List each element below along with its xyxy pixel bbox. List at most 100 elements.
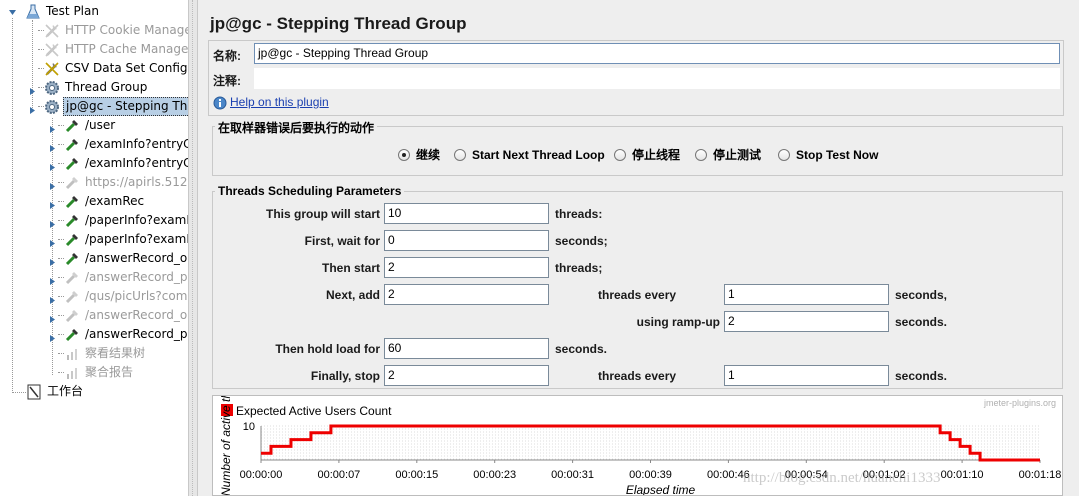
start-threads-input[interactable]: 10 — [384, 203, 549, 224]
tree-item-label: Thread Group — [65, 80, 148, 94]
name-comments-section: 名称: jp@gc - Stepping Thread Group 注释: He… — [208, 40, 1064, 116]
stop-interval-input[interactable]: 1 — [724, 365, 889, 386]
threads-unit-label: threads: — [555, 207, 603, 221]
radio-button-icon — [614, 149, 626, 161]
x-tick-label: 00:00:39 — [629, 469, 672, 481]
radio-button-icon — [778, 149, 790, 161]
tree-item[interactable]: /user — [0, 116, 188, 135]
tree-item-label: 察看结果树 — [85, 346, 146, 360]
ramp-up-input[interactable]: 2 — [724, 311, 889, 332]
y-tick-label: 10 — [243, 421, 255, 433]
blog-watermark: http://blog.csdn.net/huanchi1333 — [743, 470, 940, 486]
expand-toggle-icon[interactable] — [48, 216, 57, 228]
tree-item[interactable]: /examInfo?entryCode — [0, 154, 188, 173]
tree-item-label: /examRec — [85, 194, 145, 208]
expected-users-chart: Expected Active Users Count jmeter-plugin… — [212, 395, 1063, 496]
then-hold-load-for-label: Then hold load for — [275, 342, 380, 356]
tree-item[interactable]: /paperInfo?examId — [0, 211, 188, 230]
tree-item[interactable]: /answerRecord_po — [0, 268, 188, 287]
tree-item[interactable]: /answerRecord_pu — [0, 325, 188, 344]
tree-item[interactable]: Thread Group — [0, 78, 188, 97]
tree-item-label: /examInfo?entryCode — [85, 156, 188, 170]
then-start-label: Then start — [321, 261, 380, 275]
tree-item-test-plan[interactable]: Test Plan — [0, 2, 188, 21]
tree-item[interactable]: https://apirls.512ks — [0, 173, 188, 192]
tree-item-label: Test Plan — [46, 4, 99, 18]
test-plan-tree[interactable]: Test Plan HTTP Cookie Manager HTTP Cache … — [0, 0, 188, 496]
tree-item[interactable]: HTTP Cookie Manager — [0, 21, 188, 40]
tree-item-selected[interactable]: jp@gc - Stepping Thread Group — [0, 97, 188, 116]
increment-time-input[interactable]: 1 — [724, 284, 889, 305]
test-plan-icon — [26, 4, 40, 19]
expand-toggle-icon[interactable] — [48, 292, 57, 304]
x-tick-label: 00:00:00 — [240, 469, 283, 481]
series-line — [261, 424, 1040, 462]
expand-toggle-icon[interactable] — [48, 159, 57, 171]
hold-load-input[interactable]: 60 — [384, 338, 549, 359]
tree-item[interactable]: /examRec — [0, 192, 188, 211]
tree-item-workbench[interactable]: 工作台 — [0, 382, 188, 401]
split-pane-divider[interactable] — [188, 0, 198, 496]
expand-toggle-icon[interactable] — [48, 197, 57, 209]
x-tick-label: 00:00:23 — [473, 469, 516, 481]
tree-item[interactable]: /examInfo?entryCode — [0, 135, 188, 154]
seconds-unit-label: seconds; — [555, 234, 608, 248]
tree-item-label: /qus/picUrls?comp — [85, 289, 188, 303]
radio-label: Stop Test Now — [796, 148, 879, 162]
pipette-icon — [65, 253, 78, 266]
legend-label: Expected Active Users Count — [236, 404, 392, 418]
expand-toggle-icon[interactable] — [48, 121, 57, 133]
expand-toggle-icon[interactable] — [48, 254, 57, 266]
tree-item[interactable]: HTTP Cache Manager — [0, 40, 188, 59]
seconds-unit-label: seconds. — [895, 315, 948, 329]
tree-item[interactable]: /paperInfo?examId — [0, 230, 188, 249]
using-ramp-up-label: using ramp-up — [636, 315, 720, 329]
expand-toggle-icon[interactable] — [48, 273, 57, 285]
pipette-icon — [65, 215, 78, 228]
help-link[interactable]: Help on this plugin — [230, 95, 329, 109]
x-tick-label: 00:01:10 — [941, 469, 984, 481]
expand-toggle-icon[interactable] — [48, 140, 57, 152]
workbench-icon — [27, 384, 41, 400]
radio-label: Start Next Thread Loop — [472, 148, 605, 162]
comments-field[interactable] — [254, 68, 1060, 89]
expand-toggle-icon[interactable] — [48, 235, 57, 247]
initial-delay-input[interactable]: 0 — [384, 230, 549, 251]
pipette-icon — [65, 196, 78, 209]
collapse-toggle-icon[interactable] — [28, 102, 37, 114]
scheduling-legend: Threads Scheduling Parameters — [215, 184, 405, 198]
name-label: 名称: — [213, 49, 241, 63]
tree-item-label: /answerRecord_po — [85, 270, 188, 284]
threads-every-label: threads every — [598, 369, 677, 383]
tree-item-label: /answerRecord_op — [85, 308, 188, 322]
next-add-input[interactable]: 2 — [384, 284, 549, 305]
tree-item[interactable]: 聚合报告 — [0, 363, 188, 382]
radio-button-icon — [695, 149, 707, 161]
radio-label: 停止线程 — [632, 148, 681, 162]
expand-toggle-icon[interactable] — [48, 178, 57, 190]
name-field[interactable]: jp@gc - Stepping Thread Group — [254, 43, 1060, 64]
tree-item[interactable]: 察看结果树 — [0, 344, 188, 363]
tree-item-label: jp@gc - Stepping Thread Group — [63, 97, 188, 116]
tree-item[interactable]: /answerRecord_op — [0, 249, 188, 268]
expand-toggle-icon[interactable] — [48, 330, 57, 342]
expand-toggle-icon[interactable] — [48, 311, 57, 323]
expand-toggle-icon[interactable] — [28, 83, 37, 95]
then-start-input[interactable]: 2 — [384, 257, 549, 278]
pipette-icon — [65, 310, 78, 323]
expand-toggle-icon[interactable] — [8, 8, 17, 17]
x-tick-label: 00:00:15 — [395, 469, 438, 481]
gear-icon — [45, 100, 59, 114]
seconds-unit-label: seconds. — [555, 342, 608, 356]
chart-canvas: Expected Active Users Count jmeter-plugin… — [219, 396, 1061, 495]
wrench-icon — [45, 24, 59, 38]
tree-item-label: HTTP Cache Manager — [65, 42, 188, 56]
tree-item-label: 工作台 — [47, 384, 84, 398]
tree-item[interactable]: /answerRecord_op — [0, 306, 188, 325]
sampler-error-legend: 在取样器错误后要执行的动作 — [215, 119, 378, 136]
tree-item[interactable]: /qus/picUrls?comp — [0, 287, 188, 306]
tree-item[interactable]: CSV Data Set Config — [0, 59, 188, 78]
seconds-unit-label: seconds, — [895, 288, 948, 302]
stop-threads-input[interactable]: 2 — [384, 365, 549, 386]
tree-item-label: 聚合报告 — [85, 365, 134, 379]
